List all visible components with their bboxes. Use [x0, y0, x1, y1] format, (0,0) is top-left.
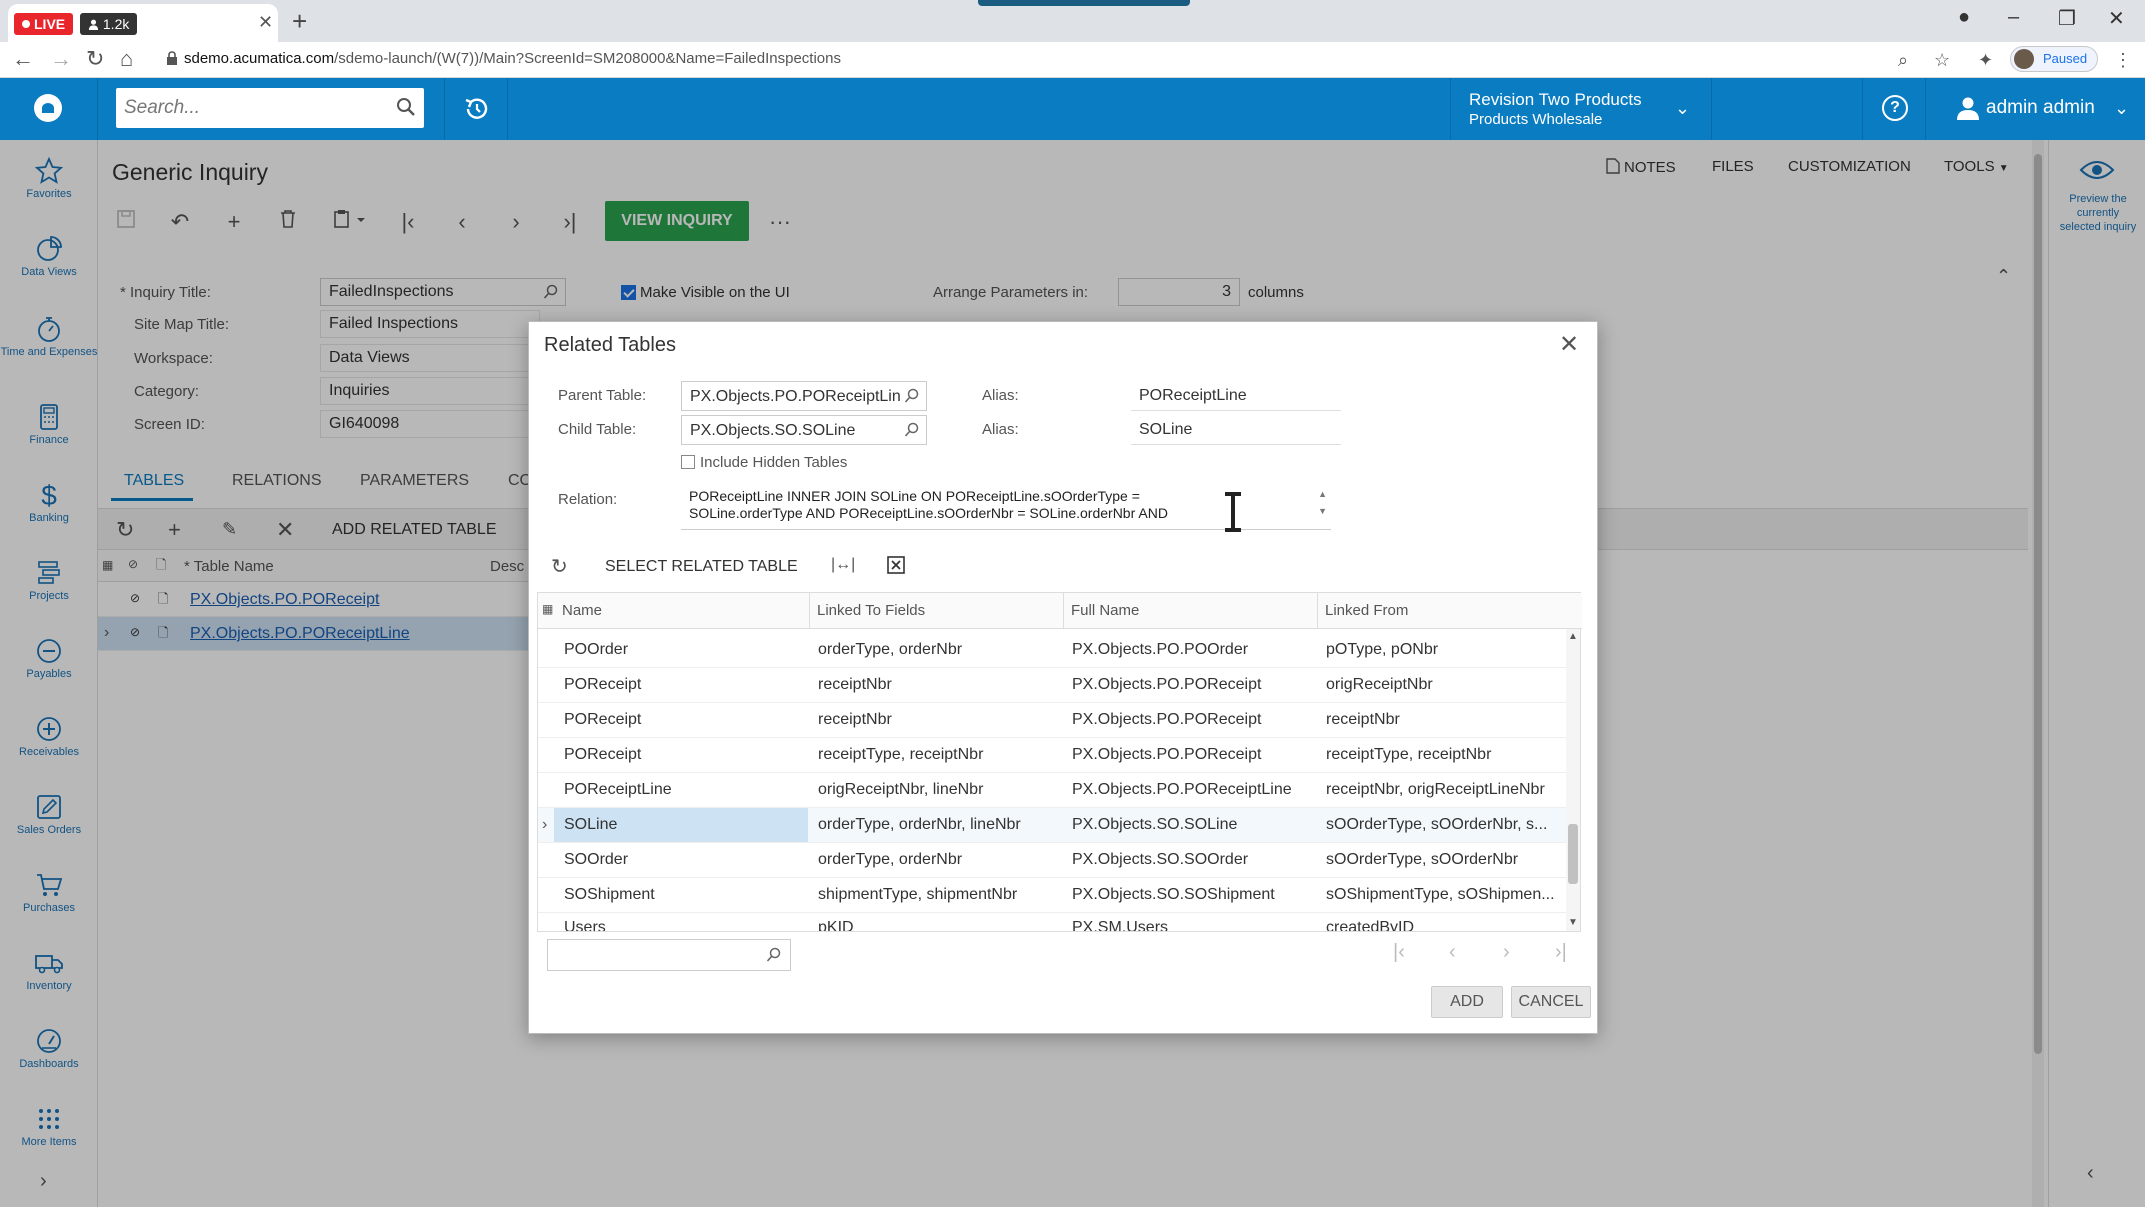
parent-alias-label: Alias: [982, 387, 1019, 404]
related-tables-header: ▦ Name Linked To Fields Full Name Linked… [538, 593, 1582, 629]
table-row[interactable]: POReceipt receiptNbr PX.Objects.PO.PORec… [538, 668, 1566, 703]
export-excel-icon[interactable] [887, 556, 905, 580]
bookmark-star-icon[interactable]: ☆ [1934, 50, 1950, 71]
zoom-icon[interactable]: ⌕ [1898, 50, 1908, 71]
scroll-up-icon[interactable]: ▲ [1568, 631, 1578, 642]
branch-name: Products Wholesale [1469, 111, 1603, 128]
global-search[interactable] [116, 88, 424, 128]
chevron-down-icon: ⌄ [1675, 98, 1691, 118]
cancel-button[interactable]: CANCEL [1511, 986, 1591, 1018]
close-icon[interactable]: ✕ [1559, 330, 1579, 359]
browser-tab[interactable]: LIVE 1.2k ✕ [8, 4, 278, 42]
lock-icon [167, 51, 177, 65]
user-icon [1957, 97, 1979, 120]
related-tables-grid: ▦ Name Linked To Fields Full Name Linked… [537, 592, 1582, 932]
dialog-title: Related Tables [544, 334, 676, 356]
last-page-icon[interactable]: ›| [1555, 941, 1567, 964]
restore-icon[interactable]: ❐ [2058, 6, 2076, 31]
child-alias-label: Alias: [982, 421, 1019, 438]
browser-tab-bar: LIVE 1.2k ✕ + ● – ❐ ✕ [0, 0, 2145, 42]
media-icon[interactable]: ● [1958, 6, 1970, 29]
parent-alias-field[interactable]: POReceiptLine [1131, 381, 1341, 411]
search-input[interactable] [124, 96, 384, 120]
relation-label: Relation: [558, 491, 618, 508]
user-name: admin admin [1986, 97, 2095, 118]
table-row[interactable]: POOrder orderType, orderNbr PX.Objects.P… [538, 633, 1566, 668]
url-field[interactable]: sdemo.acumatica.com/sdemo-launch/(W(7))/… [166, 50, 841, 67]
add-button[interactable]: ADD [1431, 986, 1503, 1018]
table-row-selected[interactable]: › SOLine orderType, orderNbr, lineNbr PX… [538, 808, 1566, 843]
browser-menu-icon[interactable]: ⋮ [2114, 50, 2132, 71]
help-button[interactable]: ? [1862, 78, 1926, 140]
previous-page-icon[interactable]: ‹ [1449, 941, 1456, 964]
column-linked-to[interactable]: Linked To Fields [817, 602, 925, 619]
row-expand-icon[interactable]: › [542, 816, 547, 834]
select-related-table-button[interactable]: SELECT RELATED TABLE [605, 558, 798, 576]
acumatica-logo-icon [34, 94, 62, 122]
include-hidden-label: Include Hidden Tables [700, 454, 848, 471]
reload-icon[interactable]: ↻ [86, 46, 104, 72]
scroll-arrows-icon[interactable]: ▲ ▼ [1318, 486, 1327, 520]
table-row[interactable]: POReceipt receiptType, receiptNbr PX.Obj… [538, 738, 1566, 773]
parent-table-label: Parent Table: [558, 387, 647, 404]
home-icon[interactable]: ⌂ [120, 46, 133, 72]
minimize-icon[interactable]: – [2008, 6, 2019, 29]
next-page-icon[interactable]: › [1503, 941, 1510, 964]
back-icon[interactable]: ← [12, 46, 34, 72]
history-icon [465, 98, 488, 119]
table-row[interactable]: POReceipt receiptNbr PX.Objects.PO.PORec… [538, 703, 1566, 738]
include-hidden-checkbox[interactable] [681, 455, 695, 469]
child-table-field[interactable]: PX.Objects.SO.SOLine [681, 415, 927, 445]
search-icon[interactable] [904, 388, 920, 404]
search-icon[interactable] [766, 947, 782, 963]
avatar [2014, 49, 2034, 69]
child-table-label: Child Table: [558, 421, 637, 438]
table-row[interactable]: Users pKID PX.SM.Users createdByID [538, 913, 1566, 931]
history-button[interactable] [444, 78, 508, 140]
user-menu[interactable]: admin admin ⌄ [1946, 78, 2145, 140]
first-page-icon[interactable]: |‹ [1393, 941, 1405, 964]
refresh-icon[interactable]: ↻ [551, 554, 568, 579]
person-icon [88, 19, 99, 30]
table-row[interactable]: SOOrder orderType, orderNbr PX.Objects.S… [538, 843, 1566, 878]
select-all-icon[interactable]: ▦ [542, 602, 553, 616]
extensions-icon[interactable]: ✦ [1978, 50, 1993, 71]
fit-columns-icon[interactable]: |↔| [831, 556, 855, 574]
company-branch-selector[interactable]: Revision Two Products Products Wholesale… [1450, 78, 1712, 140]
search-icon[interactable] [904, 422, 920, 438]
column-name[interactable]: Name [562, 602, 602, 619]
text-cursor-icon [1225, 492, 1241, 532]
parent-table-field[interactable]: PX.Objects.PO.POReceiptLin [681, 381, 927, 411]
viewers-badge: 1.2k [80, 13, 138, 35]
live-badge: LIVE [14, 13, 74, 35]
table-row[interactable]: POReceiptLine origReceiptNbr, lineNbr PX… [538, 773, 1566, 808]
new-tab-icon[interactable]: + [292, 6, 307, 37]
profile-paused-button[interactable]: Paused [2010, 46, 2099, 72]
logo-button[interactable] [0, 78, 98, 140]
column-linked-from[interactable]: Linked From [1325, 602, 1408, 619]
scroll-down-icon[interactable]: ▼ [1568, 917, 1578, 928]
table-row[interactable]: SOShipment shipmentType, shipmentNbr PX.… [538, 878, 1566, 913]
app-header: Revision Two Products Products Wholesale… [0, 78, 2145, 140]
related-tables-dialog: Related Tables ✕ Parent Table: PX.Object… [528, 321, 1598, 1034]
window-close-icon[interactable]: ✕ [2108, 6, 2125, 31]
child-alias-field[interactable]: SOLine [1131, 415, 1341, 445]
address-bar: ← → ↻ ⌂ sdemo.acumatica.com/sdemo-launch… [0, 42, 2145, 78]
column-full-name[interactable]: Full Name [1071, 602, 1139, 619]
grid-search-input[interactable] [547, 939, 791, 971]
grid-scrollbar[interactable]: ▲ ▼ [1566, 629, 1580, 931]
chevron-down-icon: ⌄ [2114, 98, 2130, 118]
company-name: Revision Two Products [1469, 90, 1642, 109]
close-tab-icon[interactable]: ✕ [258, 12, 273, 33]
recording-indicator [978, 0, 1190, 6]
search-icon[interactable] [396, 97, 416, 117]
forward-icon[interactable]: → [50, 46, 72, 72]
help-icon: ? [1882, 95, 1908, 121]
